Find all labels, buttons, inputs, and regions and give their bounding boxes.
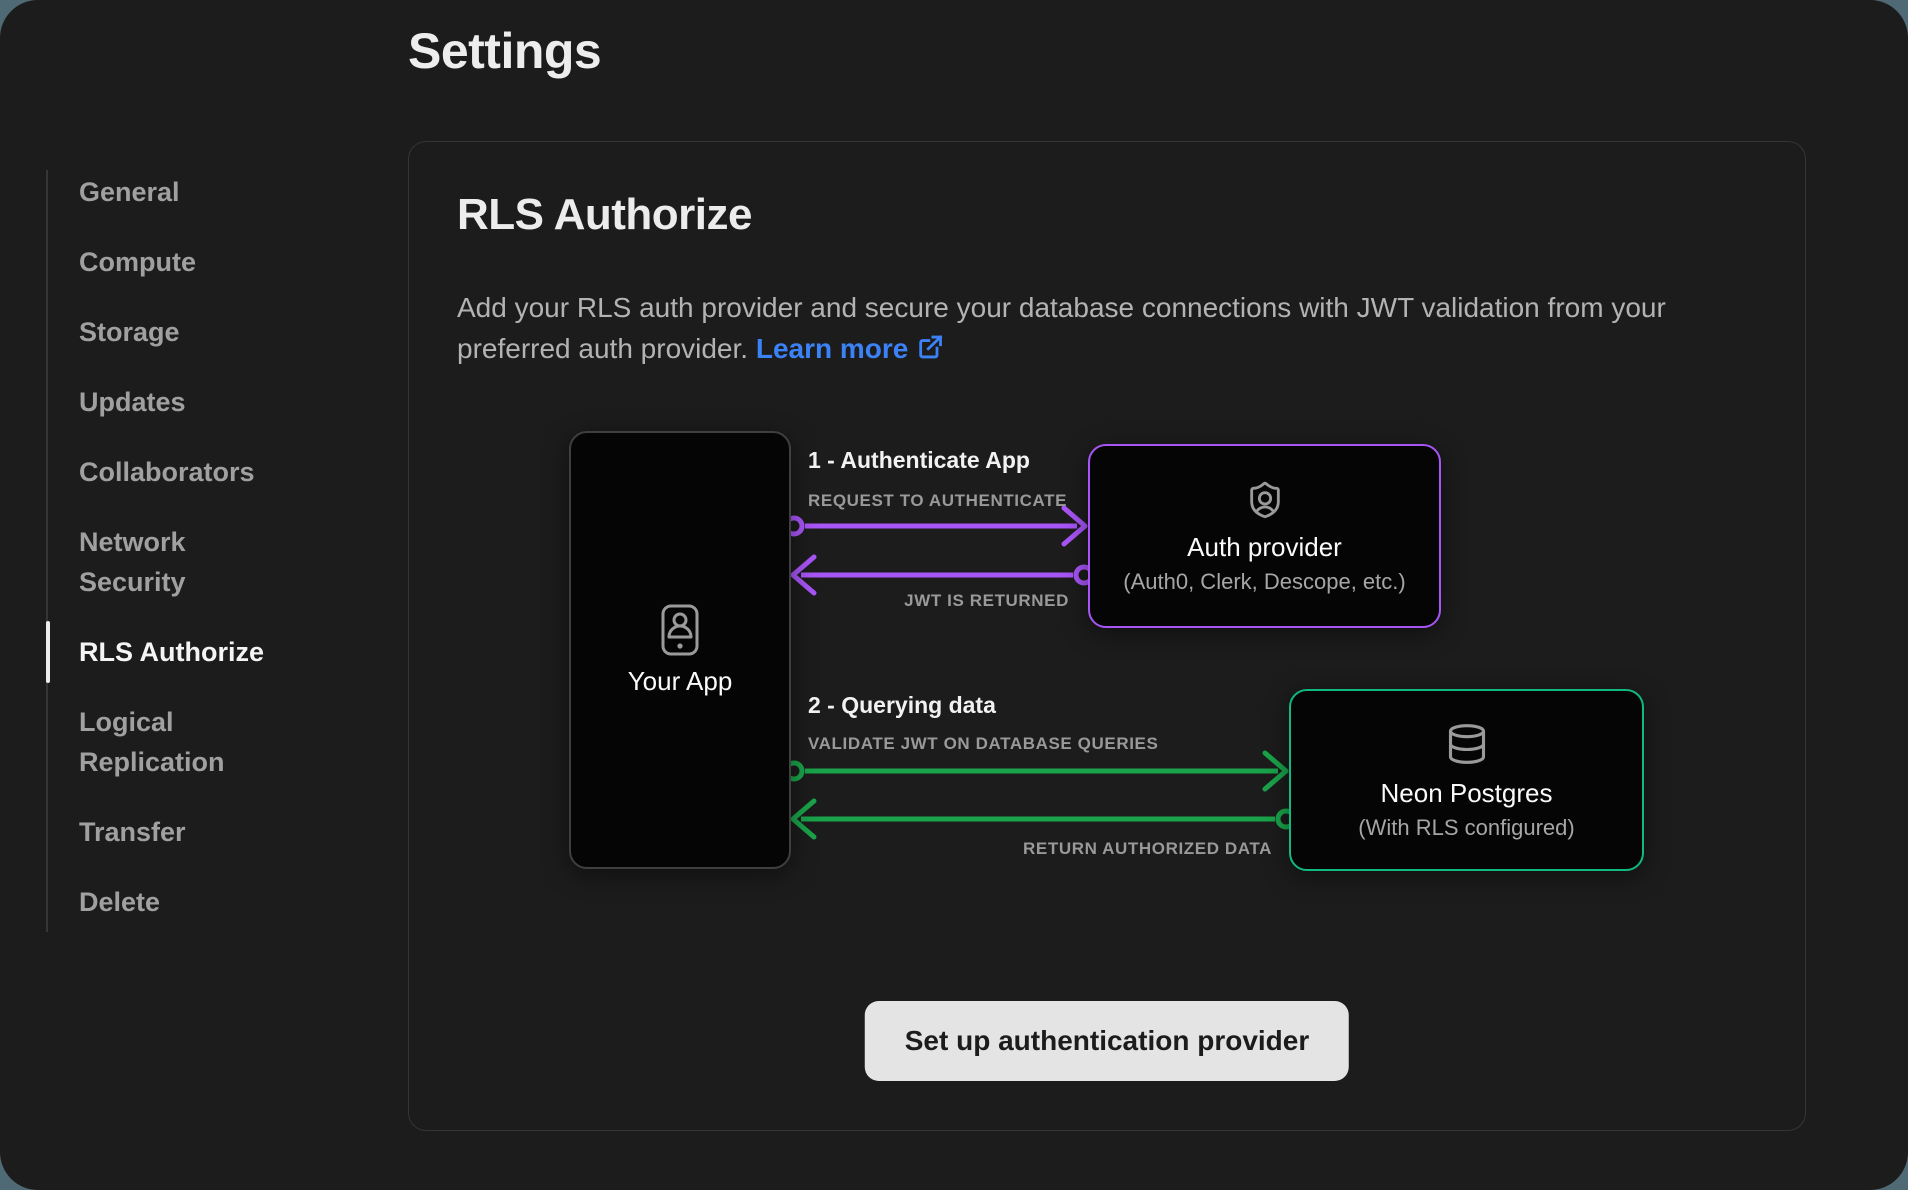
settings-sidebar: General Compute Storage Updates Collabor…: [46, 170, 284, 932]
neon-postgres-subtitle: (With RLS configured): [1358, 815, 1574, 841]
step2-request-label: VALIDATE JWT ON DATABASE QUERIES: [808, 734, 1158, 754]
auth-provider-subtitle: (Auth0, Clerk, Descope, etc.): [1123, 569, 1405, 595]
validate-jwt-arrow: [786, 753, 1286, 789]
database-icon: [1445, 720, 1489, 768]
sidebar-item-updates[interactable]: Updates: [79, 382, 284, 422]
step1-request-label: REQUEST TO AUTHENTICATE: [808, 491, 1067, 511]
settings-page: Settings General Compute Storage Updates…: [0, 0, 1908, 1190]
auth-flow-diagram: Your App Auth provider (Auth0, Clerk, De…: [409, 142, 1805, 1130]
step2-title: 2 - Querying data: [808, 692, 996, 719]
request-to-authenticate-arrow: [786, 508, 1085, 544]
your-app-label: Your App: [628, 666, 733, 697]
step1-title: 1 - Authenticate App: [808, 447, 1030, 474]
sidebar-item-network-security[interactable]: Network Security: [79, 522, 284, 602]
setup-auth-provider-button[interactable]: Set up authentication provider: [865, 1001, 1349, 1081]
sidebar-item-transfer[interactable]: Transfer: [79, 812, 284, 852]
sidebar-item-storage[interactable]: Storage: [79, 312, 284, 352]
rls-authorize-panel: RLS Authorize Add your RLS auth provider…: [408, 141, 1806, 1131]
auth-provider-title: Auth provider: [1187, 532, 1342, 563]
auth-provider-node: Auth provider (Auth0, Clerk, Descope, et…: [1088, 444, 1441, 628]
neon-postgres-node: Neon Postgres (With RLS configured): [1289, 689, 1644, 871]
shield-user-icon: [1245, 478, 1285, 522]
sidebar-item-collaborators[interactable]: Collaborators: [79, 452, 284, 492]
sidebar-item-logical-replication[interactable]: Logical Replication: [79, 702, 284, 782]
sidebar-item-general[interactable]: General: [79, 172, 284, 212]
sidebar-item-compute[interactable]: Compute: [79, 242, 284, 282]
jwt-returned-arrow: [793, 557, 1092, 593]
return-authorized-data-arrow: [793, 801, 1294, 837]
sidebar-item-delete[interactable]: Delete: [79, 882, 284, 922]
neon-postgres-title: Neon Postgres: [1381, 778, 1553, 809]
sidebar-item-rls-authorize[interactable]: RLS Authorize: [79, 632, 284, 672]
step2-return-label: RETURN AUTHORIZED DATA: [1023, 839, 1272, 859]
page-title: Settings: [408, 22, 601, 80]
step1-return-label: JWT IS RETURNED: [904, 591, 1069, 611]
your-app-node: Your App: [569, 431, 791, 869]
phone-user-icon: [661, 604, 699, 656]
